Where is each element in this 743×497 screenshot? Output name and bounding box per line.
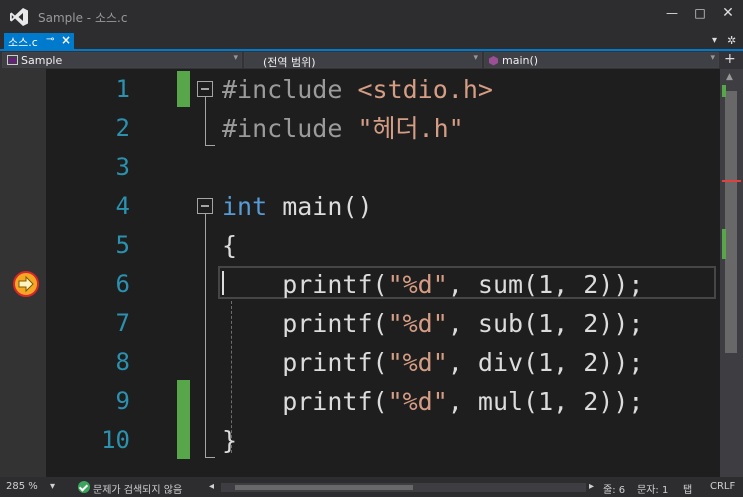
string-literal: "%d" — [387, 270, 448, 299]
change-indicator — [177, 71, 190, 107]
code-text: printf( — [222, 270, 388, 299]
line-number: 6 — [115, 270, 130, 298]
visual-studio-logo-icon — [10, 8, 28, 26]
member-dropdown[interactable]: main() ▾ — [484, 52, 719, 68]
close-window-button[interactable]: ✕ — [717, 4, 739, 22]
code-text: printf( — [222, 387, 388, 416]
zoom-dropdown-icon[interactable]: ▾ — [50, 481, 55, 492]
indent-mode[interactable]: 탭 — [683, 481, 692, 496]
horizontal-scrollbar[interactable] — [221, 483, 586, 492]
tab-label: 소스.c — [8, 36, 38, 49]
code-line-6[interactable]: printf("%d", sum(1, 2)); — [222, 265, 643, 304]
close-tab-icon[interactable]: × — [61, 33, 71, 47]
outline-bracket — [205, 97, 206, 145]
column-indicator[interactable]: 문자: 1 — [637, 481, 668, 496]
code-line-7[interactable]: printf("%d", sub(1, 2)); — [222, 304, 643, 343]
code-line-9[interactable]: printf("%d", mul(1, 2)); — [222, 382, 643, 421]
outline-bracket-end — [205, 145, 215, 146]
include-path: <stdio.h> — [357, 75, 493, 104]
chevron-down-icon: ▾ — [473, 53, 478, 63]
code-text: printf( — [222, 348, 388, 377]
project-dropdown[interactable]: Sample ▾ — [2, 52, 242, 68]
line-number: 7 — [115, 309, 130, 337]
collapse-region-icon[interactable] — [197, 198, 213, 214]
string-literal: "%d" — [387, 348, 448, 377]
scroll-left-icon[interactable]: ◂ — [209, 481, 214, 492]
collapse-region-icon[interactable] — [197, 81, 213, 97]
chevron-down-icon: ▾ — [710, 53, 715, 63]
line-number: 8 — [115, 348, 130, 376]
line-indicator[interactable]: 줄: 6 — [603, 481, 625, 496]
scope-label: (전역 범위) — [263, 56, 316, 69]
code-text: , mul(1, 2)); — [447, 387, 644, 416]
minimize-button[interactable]: — — [661, 4, 683, 22]
gear-icon[interactable]: ✲ — [727, 34, 736, 47]
check-circle-icon — [78, 481, 90, 493]
code-line-8[interactable]: printf("%d", div(1, 2)); — [222, 343, 643, 382]
document-tab-strip: 소스.c ⊸ × — [0, 33, 743, 49]
line-number: 9 — [115, 387, 130, 415]
function-signature: main() — [267, 192, 373, 221]
tab-dropdown-icon[interactable]: ▾ — [712, 35, 717, 46]
line-number: 10 — [101, 426, 130, 454]
scrollbar-caret-mark — [722, 180, 741, 182]
code-editor[interactable]: 1 2 3 4 5 6 7 8 9 10 #include <stdio.h> … — [0, 69, 743, 477]
chevron-down-icon: ▾ — [233, 53, 238, 63]
member-label: main() — [502, 54, 539, 67]
preprocessor-directive: #include — [222, 75, 358, 104]
maximize-button[interactable]: □ — [689, 4, 711, 22]
title-bar: Sample - 소스.c — □ ✕ — [0, 0, 743, 33]
scope-dropdown[interactable]: (전역 범위) ▾ — [244, 52, 482, 69]
include-path: "헤더.h" — [357, 114, 464, 143]
line-number: 1 — [115, 75, 130, 103]
keyword: int — [222, 192, 268, 221]
status-bar: 285 % ▾ 문제가 검색되지 않음 ◂ ▸ 줄: 6 문자: 1 탭 CRL… — [0, 477, 743, 497]
split-editor-icon[interactable]: + — [724, 51, 736, 67]
breakpoint-current-statement-icon[interactable] — [13, 271, 39, 297]
string-literal: "%d" — [387, 309, 448, 338]
code-text: , sum(1, 2)); — [447, 270, 644, 299]
line-number: 5 — [115, 231, 130, 259]
scrollbar-change-mark — [722, 229, 726, 259]
code-line-1[interactable]: #include <stdio.h> — [222, 70, 493, 109]
tab-source-c[interactable]: 소스.c ⊸ × — [4, 33, 74, 49]
project-label: Sample — [21, 54, 63, 67]
zoom-level[interactable]: 285 % — [6, 481, 38, 492]
scrollbar-thumb[interactable] — [235, 485, 413, 490]
preprocessor-directive: #include — [222, 114, 358, 143]
window-title: Sample - 소스.c — [38, 11, 128, 25]
line-number: 4 — [115, 192, 130, 220]
function-icon — [489, 56, 498, 66]
line-number: 2 — [115, 114, 130, 142]
scrollbar-thumb[interactable] — [725, 91, 737, 353]
code-text: , div(1, 2)); — [447, 348, 644, 377]
issues-status[interactable]: 문제가 검색되지 않음 — [93, 481, 182, 496]
code-line-4[interactable]: int main() — [222, 187, 373, 226]
line-number: 3 — [115, 153, 130, 181]
line-ending[interactable]: CRLF — [710, 481, 735, 492]
project-icon — [7, 55, 18, 65]
string-literal: "%d" — [387, 387, 448, 416]
outline-bracket — [205, 214, 206, 457]
code-line-10[interactable]: } — [222, 421, 237, 460]
change-indicator — [177, 380, 190, 459]
outline-bracket-end — [205, 457, 215, 458]
code-line-5[interactable]: { — [222, 226, 237, 265]
code-text: , sub(1, 2)); — [447, 309, 644, 338]
navigation-bar: Sample ▾ (전역 범위) ▾ main() ▾ + — [0, 51, 743, 69]
code-text: printf( — [222, 309, 388, 338]
pin-icon[interactable]: ⊸ — [46, 34, 54, 45]
code-line-2[interactable]: #include "헤더.h" — [222, 109, 464, 148]
scrollbar-change-mark — [722, 85, 726, 97]
vertical-scrollbar[interactable]: ▲ — [720, 69, 743, 477]
scroll-right-icon[interactable]: ▸ — [589, 481, 594, 492]
scroll-up-icon[interactable]: ▲ — [726, 72, 733, 82]
